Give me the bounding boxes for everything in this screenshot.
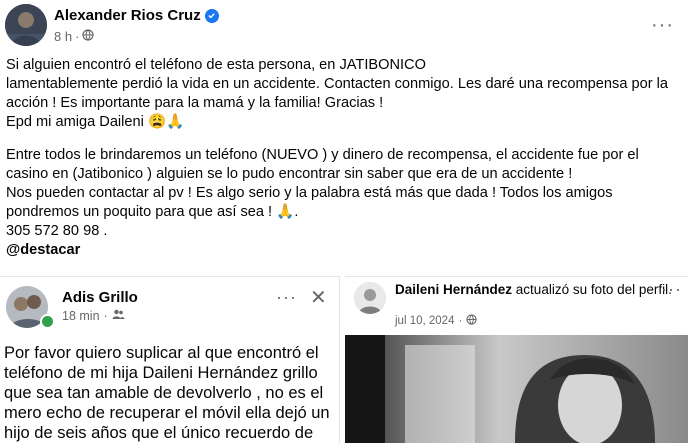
more-icon[interactable]: ··· — [651, 14, 674, 37]
friends-icon — [112, 309, 125, 323]
daileni-name: Daileni Hernández — [395, 282, 513, 297]
profile-photo — [345, 335, 688, 443]
post-time[interactable]: 8 h — [54, 29, 72, 44]
adis-post-screenshot[interactable]: Adis Grillo 18 min · ··· ✕ Por favor qui… — [0, 276, 340, 443]
daileni-more-icon: ··· — [661, 279, 682, 299]
daileni-post-screenshot[interactable]: Daileni Hernández actualizó su foto del … — [345, 276, 688, 443]
daileni-separator: · — [458, 315, 463, 327]
post-body: Si alguien encontró el teléfono de esta … — [6, 56, 682, 260]
author-name[interactable]: Alexander Rios Cruz — [54, 7, 219, 24]
post-paragraph-1: Si alguien encontró el teléfono de esta … — [6, 57, 668, 130]
author-avatar[interactable] — [5, 4, 47, 46]
meta-separator: · — [75, 29, 80, 44]
online-status-dot — [40, 314, 55, 329]
close-icon: ✕ — [310, 287, 327, 309]
post-meta: 8 h · — [54, 29, 95, 44]
post-paragraph-2: Entre todos le brindaremos un teléfono (… — [6, 147, 639, 239]
daileni-action: actualizó su foto del perfil. — [515, 282, 672, 297]
adis-name: Adis Grillo — [62, 289, 138, 306]
daileni-meta: jul 10, 2024 · — [395, 314, 477, 328]
adis-meta: 18 min · — [62, 309, 125, 323]
post-header: Alexander Rios Cruz 8 h · ··· — [0, 0, 688, 50]
adis-more-icon: ··· — [276, 287, 297, 307]
daileni-header-text: Daileni Hernández actualizó su foto del … — [395, 281, 685, 299]
daileni-globe-icon — [466, 314, 477, 328]
daileni-date: jul 10, 2024 — [395, 315, 455, 327]
post-tag[interactable]: @destacar — [6, 241, 682, 260]
daileni-avatar — [354, 282, 386, 314]
adis-time: 18 min — [62, 309, 100, 323]
adis-post-text: Por favor quiero suplicar al que encontr… — [4, 344, 330, 442]
adis-separator: · — [103, 309, 108, 323]
globe-icon — [82, 29, 95, 44]
verified-badge-icon — [204, 8, 219, 23]
author-name-text[interactable]: Alexander Rios Cruz — [54, 7, 201, 24]
